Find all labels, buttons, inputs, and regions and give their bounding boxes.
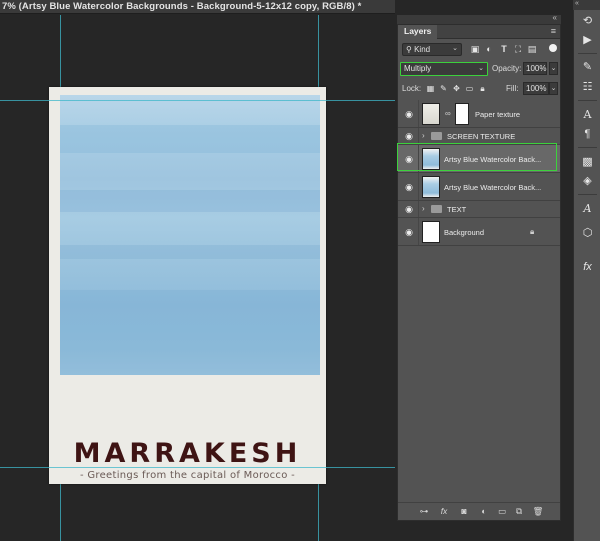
search-icon: ⚲ (406, 45, 412, 54)
brush-settings-icon[interactable]: ✎ (574, 60, 600, 74)
chevron-down-icon: ⌄ (478, 65, 484, 72)
divider (418, 173, 419, 200)
type-filter-icon[interactable]: T (499, 44, 509, 54)
divider (578, 194, 597, 195)
panel-menu-icon[interactable]: ≡ (551, 26, 556, 36)
kind-filter-select[interactable]: ⚲ Kind ⌄ (402, 43, 462, 56)
tab-layers[interactable]: Layers (398, 25, 438, 39)
layer-group-row[interactable]: ◉ › TEXT (398, 201, 560, 218)
blend-row: Multiply ⌄ Opacity: 100% ⌄ (400, 62, 558, 76)
collapse-panel-icon[interactable]: « (553, 13, 557, 22)
chevron-right-icon[interactable]: › (422, 131, 425, 140)
paragraph-icon[interactable]: ¶ (574, 127, 600, 141)
watercolor-image (60, 95, 320, 375)
lock-position-icon[interactable]: ✥ (452, 84, 461, 93)
blend-mode-value: Multiply (404, 64, 432, 73)
lock-artboard-icon[interactable]: ▭ (465, 84, 474, 93)
shape-filter-icon[interactable]: ⛶ (513, 44, 523, 54)
layer-name[interactable]: SCREEN TEXTURE (447, 132, 515, 141)
layer-row[interactable]: ◉ Background 🔒︎ (398, 218, 560, 246)
toolbar-header: « (573, 0, 600, 10)
chevron-right-icon[interactable]: › (422, 204, 425, 213)
new-group-icon[interactable]: ▭ (496, 506, 508, 517)
selected-layer-highlight (397, 143, 557, 171)
collapse-icon[interactable]: « (575, 0, 579, 7)
adjustment-layer-icon[interactable]: ◐ (478, 506, 490, 517)
link-icon[interactable]: ∞ (445, 109, 451, 118)
chevron-down-icon: ⌄ (452, 45, 458, 52)
adjustment-filter-icon[interactable]: ◐ (484, 44, 494, 54)
swatches-icon[interactable]: ▩ (574, 155, 600, 169)
divider (418, 218, 419, 245)
lock-all-icon[interactable]: 🔒︎ (478, 84, 487, 93)
layer-thumbnail (422, 103, 440, 125)
divider (418, 128, 419, 144)
opacity-field[interactable]: 100% (523, 62, 547, 75)
layer-name[interactable]: Background (444, 228, 484, 237)
new-layer-icon[interactable]: ⧉ (513, 506, 525, 517)
opacity-label: Opacity: (492, 64, 522, 73)
blend-mode-select[interactable]: Multiply ⌄ (400, 62, 488, 76)
layer-name[interactable]: TEXT (447, 205, 466, 214)
poster-subtitle: - Greetings from the capital of Morocco … (79, 470, 296, 481)
layer-row[interactable]: ◉ ∞ Paper texture (398, 100, 560, 128)
right-toolbar: ⟲ ▶ ✎ ☷ A ¶ ▩ ◈ A ⬡ fx (573, 10, 600, 541)
link-layers-icon[interactable]: ⊶ (418, 506, 430, 517)
divider (578, 100, 597, 101)
panel-header: Layers ≡ (398, 25, 560, 39)
lock-image-icon[interactable]: ✎ (439, 84, 448, 93)
lock-icon: 🔒︎ (530, 227, 535, 236)
layer-filter-row: ⚲ Kind ⌄ ▣ ◐ T ⛶ ▤ (402, 43, 558, 57)
fill-field[interactable]: 100% (523, 82, 549, 95)
folder-icon (431, 205, 442, 213)
eye-icon[interactable]: ◉ (404, 204, 414, 214)
guide-horizontal[interactable] (0, 100, 395, 101)
fill-label: Fill: (506, 84, 519, 93)
layer-row[interactable]: ◉ Artsy Blue Watercolor Back... (398, 173, 560, 201)
layers-panel: Layers ≡ ⚲ Kind ⌄ ▣ ◐ T ⛶ ▤ Multiply ⌄ O… (397, 24, 561, 521)
kind-filter-label: Kind (414, 45, 431, 54)
glyphs-icon[interactable]: A (574, 202, 600, 216)
smart-object-filter-icon[interactable]: ▤ (527, 44, 537, 54)
panel-footer: ⊶ fx ◙ ◐ ▭ ⧉ 🗑︎ (398, 502, 560, 520)
folder-icon (431, 132, 442, 140)
layer-name[interactable]: Paper texture (475, 110, 520, 119)
document-title: 7% (Artsy Blue Watercolor Backgrounds - … (2, 1, 362, 12)
eye-icon[interactable]: ◉ (404, 109, 414, 119)
divider (418, 100, 419, 127)
layer-mask-thumbnail[interactable] (455, 103, 469, 125)
smart-object-thumbnail (422, 176, 440, 198)
history-icon[interactable]: ⟲ (574, 14, 600, 28)
transform-icon[interactable]: fx (574, 260, 600, 274)
opacity-dropdown-icon[interactable]: ⌄ (549, 62, 558, 75)
divider (578, 53, 597, 54)
adjustments-icon[interactable]: ☷ (574, 80, 600, 94)
add-mask-icon[interactable]: ◙ (458, 506, 470, 517)
styles-icon[interactable]: ◈ (574, 174, 600, 188)
lock-row: Lock: ▦ ✎ ✥ ▭ 🔒︎ Fill: 100% ⌄ (402, 82, 558, 96)
panel-dock-strip: « (397, 13, 561, 24)
divider (578, 147, 597, 148)
fill-dropdown-icon[interactable]: ⌄ (549, 82, 558, 95)
layer-thumbnail (422, 221, 440, 243)
filter-toggle-icon[interactable] (549, 44, 557, 52)
play-icon[interactable]: ▶ (574, 33, 600, 47)
3d-icon[interactable]: ⬡ (574, 226, 600, 240)
lock-label: Lock: (402, 84, 422, 93)
image-filter-icon[interactable]: ▣ (470, 44, 480, 54)
character-icon[interactable]: A (574, 108, 600, 122)
fx-icon[interactable]: fx (438, 506, 450, 517)
divider (418, 201, 419, 217)
eye-icon[interactable]: ◉ (404, 131, 414, 141)
lock-transparent-icon[interactable]: ▦ (426, 84, 435, 93)
canvas-area[interactable]: MARRAKESH - Greetings from the capital o… (0, 15, 395, 541)
document-tab[interactable]: 7% (Artsy Blue Watercolor Backgrounds - … (0, 0, 395, 14)
delete-layer-icon[interactable]: 🗑︎ (532, 506, 544, 517)
poster-title: MARRAKESH (73, 438, 302, 469)
layer-name[interactable]: Artsy Blue Watercolor Back... (444, 183, 541, 192)
eye-icon[interactable]: ◉ (404, 182, 414, 192)
eye-icon[interactable]: ◉ (404, 227, 414, 237)
